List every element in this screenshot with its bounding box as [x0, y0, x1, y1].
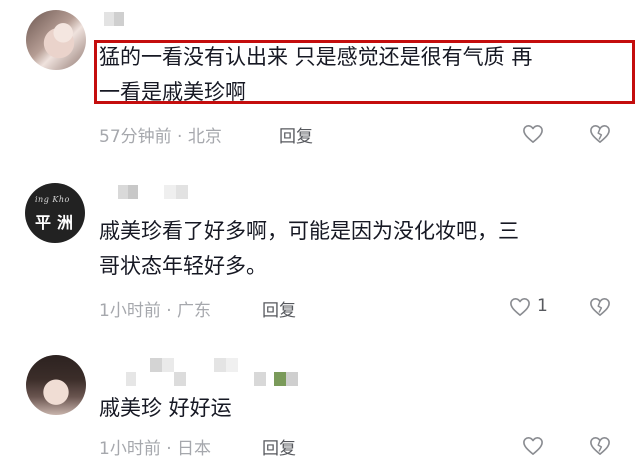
- username-blurred[interactable]: [104, 12, 124, 26]
- comment-text: 猛的一看没有认出来 只是感觉还是很有气质 再 一看是戚美珍啊: [99, 40, 619, 110]
- comment-text-line: 猛的一看没有认出来 只是感觉还是很有气质 再: [99, 45, 533, 69]
- reply-button[interactable]: 回复: [279, 122, 313, 147]
- comment-meta: 1小时前 · 广东 回复: [99, 296, 296, 321]
- heart-outline-icon[interactable]: [522, 124, 544, 144]
- timestamp-location: 1小时前 · 广东: [99, 301, 212, 321]
- comment-text-line: 一看是戚美珍啊: [99, 80, 246, 104]
- reply-button[interactable]: 回复: [262, 296, 296, 321]
- comment-meta: 1小时前 · 日本 回复: [99, 434, 296, 459]
- username-blurred[interactable]: [104, 185, 204, 199]
- broken-heart-icon[interactable]: [589, 124, 611, 144]
- like-count: 1: [537, 296, 548, 316]
- heart-outline-icon[interactable]: [522, 436, 544, 456]
- avatar-text: ing Kho: [35, 195, 70, 204]
- avatar[interactable]: [26, 10, 86, 70]
- comment-text-line: 戚美珍看了好多啊，可能是因为没化妆吧，三: [99, 219, 519, 243]
- comment-text: 戚美珍 好好运: [99, 391, 619, 426]
- comment-meta: 57分钟前 · 北京 回复: [99, 122, 313, 147]
- avatar[interactable]: ing Kho 平洲: [25, 183, 85, 243]
- broken-heart-icon[interactable]: [589, 297, 611, 317]
- reply-button[interactable]: 回复: [262, 434, 296, 459]
- broken-heart-icon[interactable]: [589, 436, 611, 456]
- heart-outline-icon[interactable]: [509, 297, 531, 317]
- timestamp-location: 57分钟前 · 北京: [99, 127, 222, 147]
- comment-list: 猛的一看没有认出来 只是感觉还是很有气质 再 一看是戚美珍啊 57分钟前 · 北…: [0, 0, 640, 463]
- comment-text-line: 哥状态年轻好多。: [99, 254, 267, 278]
- comment-text-line: 戚美珍 好好运: [99, 396, 232, 420]
- timestamp-location: 1小时前 · 日本: [99, 439, 212, 459]
- username-blurred[interactable]: [104, 358, 304, 388]
- avatar-text: 平洲: [35, 213, 80, 232]
- comment-text: 戚美珍看了好多啊，可能是因为没化妆吧，三 哥状态年轻好多。: [99, 214, 619, 284]
- avatar[interactable]: [26, 355, 86, 415]
